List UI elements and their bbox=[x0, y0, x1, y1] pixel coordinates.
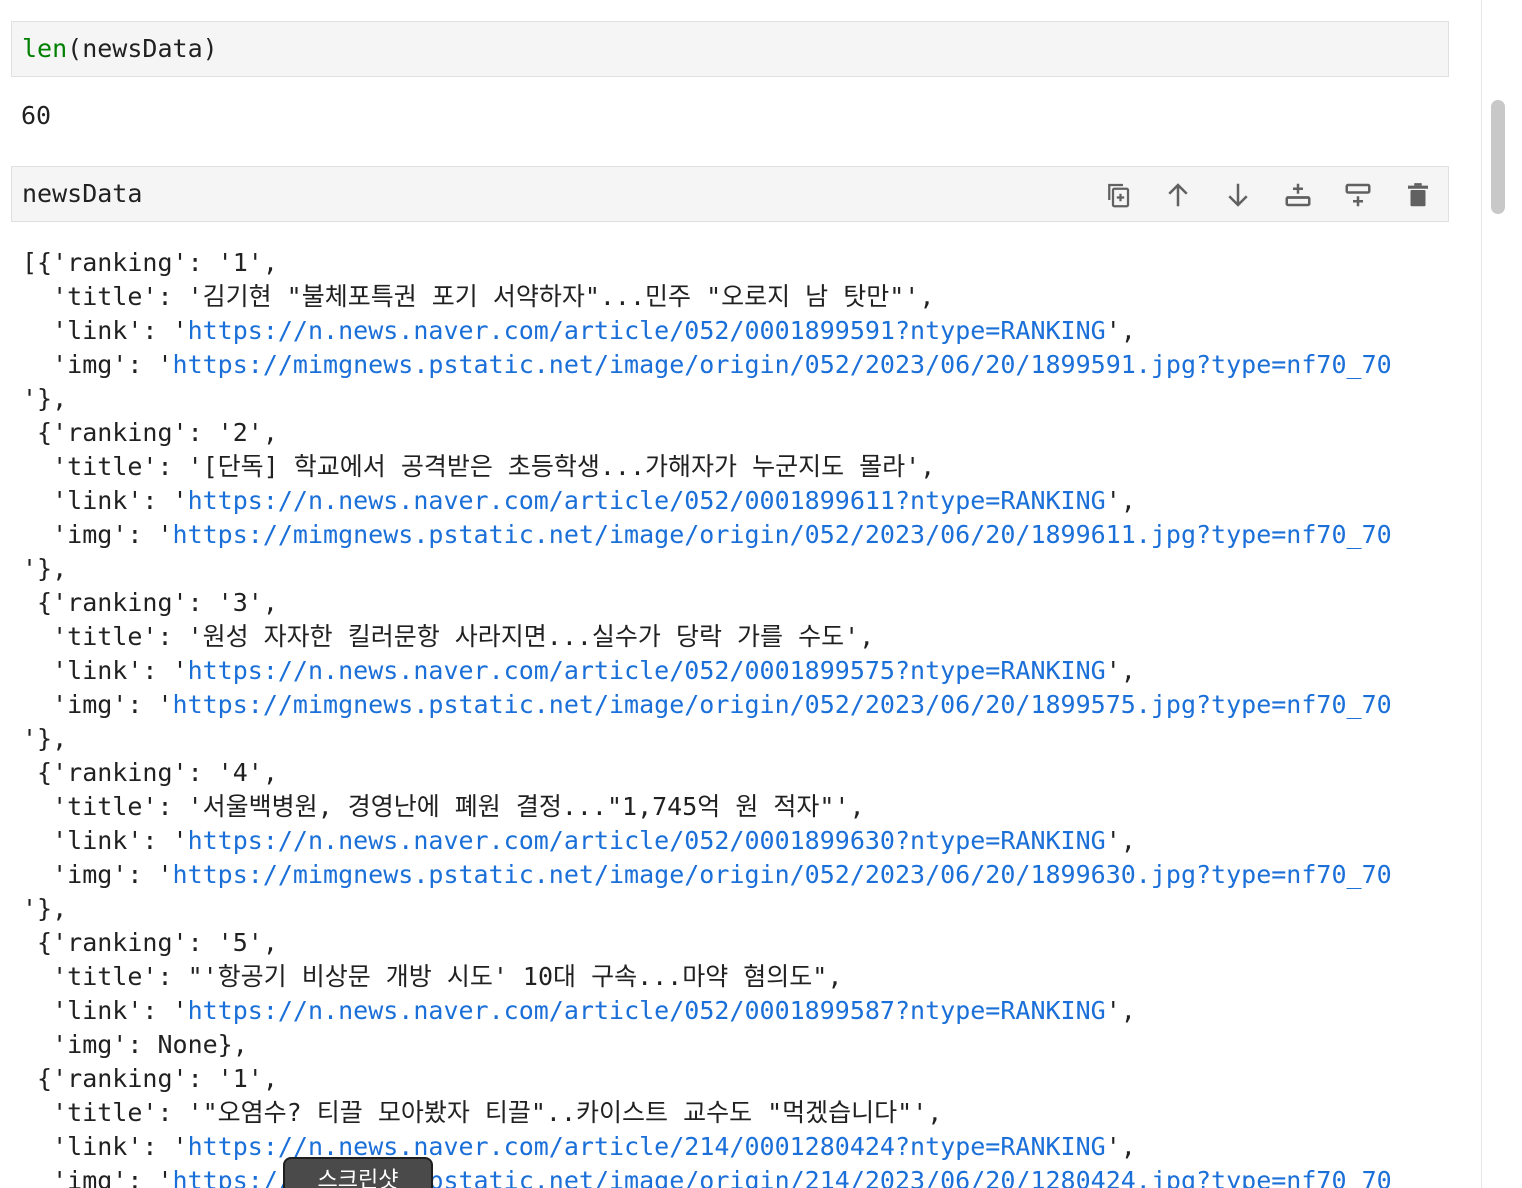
output-line: 'img': 'https://mimgnews.pstatic.net/ima… bbox=[22, 688, 1452, 722]
output-text: 'title': '원성 자자한 킬러문항 사라지면...실수가 당락 가를 수… bbox=[22, 622, 875, 651]
delete-cell-button[interactable] bbox=[1398, 175, 1438, 215]
output-line: '}, bbox=[22, 552, 1452, 586]
output-url[interactable]: https://n.news.naver.com/article/052/000… bbox=[188, 316, 1106, 345]
output-url[interactable]: https://n.news.naver.com/article/052/000… bbox=[188, 486, 1106, 515]
insert-above-icon bbox=[1285, 183, 1311, 207]
output-line: [{'ranking': '1', bbox=[22, 246, 1452, 280]
notebook-window: len(newsData) 60 newsData [{'ranking': '… bbox=[0, 0, 1522, 1188]
output-line: '}, bbox=[22, 722, 1452, 756]
output-url[interactable]: https://n.news.naver.com/article/052/000… bbox=[188, 656, 1106, 685]
output-url[interactable]: https://mimgnews.pstatic.net/image/origi… bbox=[173, 860, 1392, 889]
output-line: 'title': '[단독] 학교에서 공격받은 초등학생...가해자가 누군지… bbox=[22, 450, 1452, 484]
output-url[interactable]: https://n.news.naver.com/article/052/000… bbox=[188, 826, 1106, 855]
output-line: 'img': 'https://mimgnews.pstatic.net/ima… bbox=[22, 518, 1452, 552]
output-line: 'link': 'https://n.news.naver.com/articl… bbox=[22, 1130, 1452, 1164]
output-text: {'ranking': '3', bbox=[22, 588, 278, 617]
output-text: 'title': '김기현 "불체포특권 포기 서약하자"...민주 "오로지 … bbox=[22, 282, 935, 311]
output-text: 'link': ' bbox=[22, 316, 188, 345]
output-text: {'ranking': '2', bbox=[22, 418, 278, 447]
output-url[interactable]: https://mimgnews.pstatic.net/image/origi… bbox=[173, 690, 1392, 719]
output-line: 'img': 'https://mimgnews.pstatic.net/ima… bbox=[22, 348, 1452, 382]
output-line: 'img': 'https://mimgnews.pstatic.net/ima… bbox=[22, 858, 1452, 892]
output-text: 'title': '"오염수? 티끌 모아봤자 티끌"..카이스트 교수도 "먹… bbox=[22, 1098, 943, 1127]
move-cell-down-button[interactable] bbox=[1218, 175, 1258, 215]
move-cell-up-button[interactable] bbox=[1158, 175, 1198, 215]
output-text: '}, bbox=[22, 384, 68, 413]
output-line: {'ranking': '3', bbox=[22, 586, 1452, 620]
output-line: 'title': '원성 자자한 킬러문항 사라지면...실수가 당락 가를 수… bbox=[22, 620, 1452, 654]
scrollbar-thumb[interactable] bbox=[1491, 100, 1505, 214]
insert-cell-below-button[interactable] bbox=[1338, 175, 1378, 215]
output-text: 'title': "'항공기 비상문 개방 시도' 10대 구속...마약 혐의… bbox=[22, 962, 843, 991]
insert-below-icon bbox=[1345, 183, 1371, 207]
trash-icon bbox=[1408, 183, 1428, 207]
output-text: {'ranking': '5', bbox=[22, 928, 278, 957]
output-line: 'link': 'https://n.news.naver.com/articl… bbox=[22, 314, 1452, 348]
output-text: 'link': ' bbox=[22, 826, 188, 855]
output-text: ', bbox=[1105, 486, 1136, 515]
output-text: ', bbox=[1105, 996, 1136, 1025]
output-text: 'link': ' bbox=[22, 1132, 188, 1161]
output-text: ', bbox=[1105, 1132, 1136, 1161]
output-text: 'img': ' bbox=[22, 1166, 173, 1188]
output-text: ', bbox=[1105, 316, 1136, 345]
code-args: (newsData) bbox=[67, 34, 218, 63]
copy-plus-icon bbox=[1108, 183, 1130, 208]
code-cell-len[interactable]: len(newsData) bbox=[11, 21, 1449, 77]
output-line: 'img': 'https://mimgnews.pstatic.net/ima… bbox=[22, 1164, 1452, 1188]
output-text: {'ranking': '1', bbox=[22, 1064, 278, 1093]
code-input[interactable]: newsData bbox=[22, 167, 142, 221]
output-text: 'img': None}, bbox=[22, 1030, 248, 1059]
output-line: 'link': 'https://n.news.naver.com/articl… bbox=[22, 484, 1452, 518]
cell-output-result: 60 bbox=[21, 101, 52, 130]
vertical-scrollbar[interactable] bbox=[1481, 0, 1522, 1188]
output-text: 'link': ' bbox=[22, 996, 188, 1025]
builtin-func: len bbox=[22, 34, 68, 63]
output-url[interactable]: https://mimgnews.pstatic.net/image/origi… bbox=[173, 520, 1392, 549]
output-line: {'ranking': '2', bbox=[22, 416, 1452, 450]
output-line: 'link': 'https://n.news.naver.com/articl… bbox=[22, 824, 1452, 858]
output-text: {'ranking': '4', bbox=[22, 758, 278, 787]
output-text: 'title': '[단독] 학교에서 공격받은 초등학생...가해자가 누군지… bbox=[22, 452, 936, 481]
output-line: 'link': 'https://n.news.naver.com/articl… bbox=[22, 654, 1452, 688]
output-text: ', bbox=[1105, 656, 1136, 685]
arrow-down-icon bbox=[1228, 183, 1248, 207]
output-text: 'img': ' bbox=[22, 860, 173, 889]
output-url[interactable]: https://mimgnews.pstatic.net/image/origi… bbox=[173, 350, 1392, 379]
output-text: 'link': ' bbox=[22, 656, 188, 685]
output-text: 'img': ' bbox=[22, 350, 173, 379]
output-text: 'title': '서울백병원, 경영난에 폐원 결정..."1,745억 원 … bbox=[22, 792, 865, 821]
output-line: '}, bbox=[22, 892, 1452, 926]
insert-cell-above-button[interactable] bbox=[1278, 175, 1318, 215]
output-text: '}, bbox=[22, 724, 68, 753]
output-line: 'title': "'항공기 비상문 개방 시도' 10대 구속...마약 혐의… bbox=[22, 960, 1452, 994]
code-cell-newsdata[interactable]: newsData bbox=[11, 166, 1449, 222]
output-text: 'img': ' bbox=[22, 690, 173, 719]
cell-output-text: [{'ranking': '1', 'title': '김기현 "불체포특권 포… bbox=[22, 246, 1452, 1188]
output-line: {'ranking': '5', bbox=[22, 926, 1452, 960]
output-line: 'title': '"오염수? 티끌 모아봤자 티끌"..카이스트 교수도 "먹… bbox=[22, 1096, 1452, 1130]
output-text: '}, bbox=[22, 554, 68, 583]
output-line: 'img': None}, bbox=[22, 1028, 1452, 1062]
output-line: 'title': '서울백병원, 경영난에 폐원 결정..."1,745억 원 … bbox=[22, 790, 1452, 824]
output-text: 'link': ' bbox=[22, 486, 188, 515]
output-text: 'img': ' bbox=[22, 520, 173, 549]
arrow-up-icon bbox=[1168, 183, 1188, 207]
output-text: [{'ranking': '1', bbox=[22, 248, 278, 277]
output-line: '}, bbox=[22, 382, 1452, 416]
output-line: 'title': '김기현 "불체포특권 포기 서약하자"...민주 "오로지 … bbox=[22, 280, 1452, 314]
duplicate-cell-button[interactable] bbox=[1098, 175, 1138, 215]
output-url[interactable]: https://n.news.naver.com/article/052/000… bbox=[188, 996, 1106, 1025]
output-line: {'ranking': '4', bbox=[22, 756, 1452, 790]
cell-toolbar bbox=[1098, 175, 1438, 215]
output-line: {'ranking': '1', bbox=[22, 1062, 1452, 1096]
output-text: '}, bbox=[22, 894, 68, 923]
output-text: ', bbox=[1105, 826, 1136, 855]
screenshot-tooltip: 스크린샷 bbox=[283, 1157, 433, 1188]
code-input[interactable]: len(newsData) bbox=[22, 22, 218, 76]
output-line: 'link': 'https://n.news.naver.com/articl… bbox=[22, 994, 1452, 1028]
